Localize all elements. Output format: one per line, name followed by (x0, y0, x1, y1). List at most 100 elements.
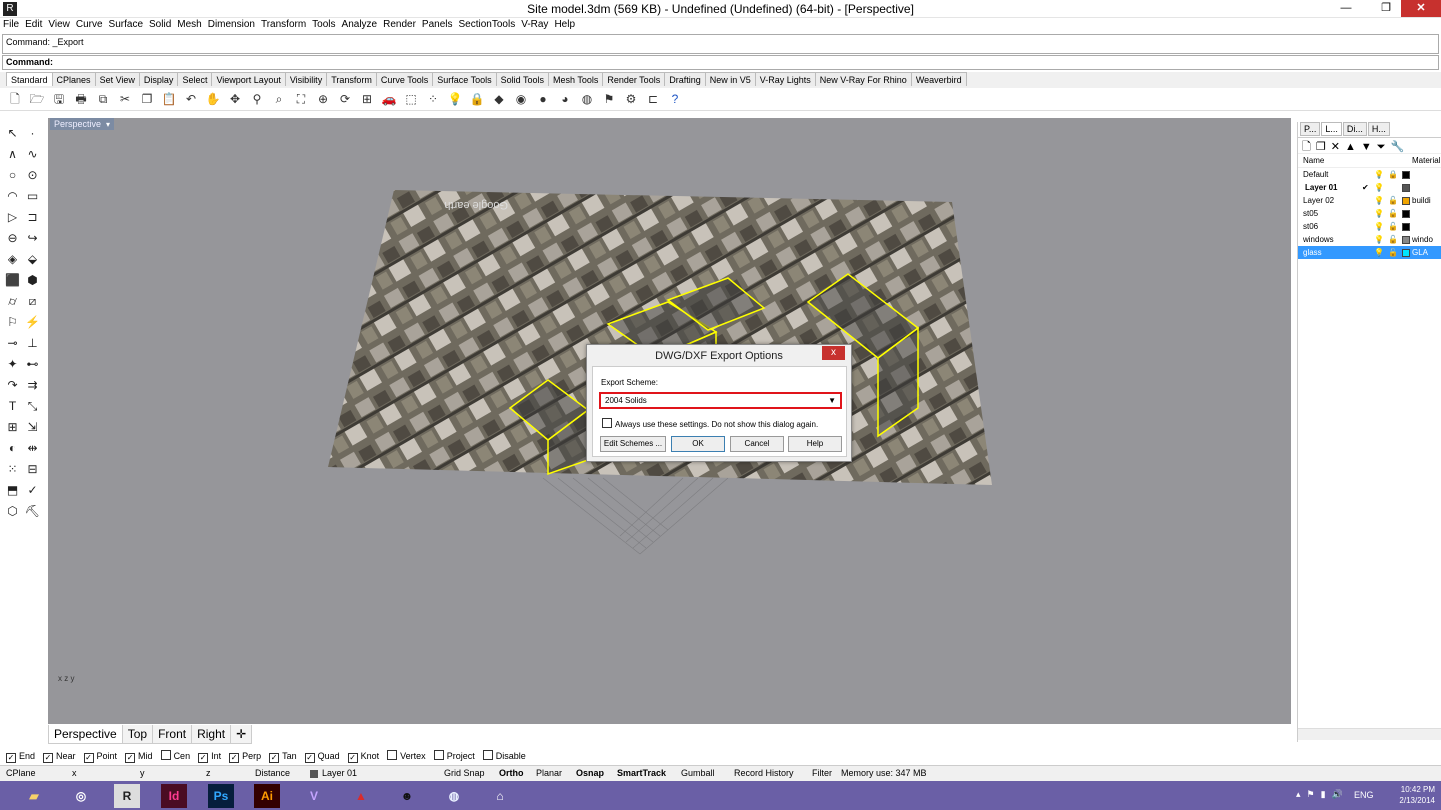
tab-surface-tools[interactable]: Surface Tools (432, 72, 497, 86)
osnap-checkbox[interactable] (482, 750, 493, 760)
curve-icon[interactable]: ∿ (23, 145, 42, 164)
lightbulb-icon[interactable]: 💡 (1374, 233, 1384, 246)
lightbulb-icon[interactable]: 💡 (1374, 207, 1384, 220)
osnap-quad[interactable]: ✓ Quad (304, 748, 340, 764)
layer-row[interactable]: st05 💡 🔓 (1298, 207, 1441, 220)
tab-vray-lights[interactable]: V-Ray Lights (754, 72, 816, 86)
dim-icon[interactable]: ⊟ (23, 460, 42, 479)
osnap-tan[interactable]: ✓ Tan (269, 748, 297, 764)
panel-tab-layers[interactable]: L... (1321, 122, 1342, 136)
tab-set-view[interactable]: Set View (94, 72, 140, 86)
lock-icon[interactable]: 🔓 (1388, 233, 1398, 246)
cut-icon[interactable]: ✂ (116, 91, 134, 108)
photoshop-icon[interactable]: Ps (208, 784, 234, 808)
tab-cplanes[interactable]: CPlanes (51, 72, 96, 86)
array-icon[interactable]: ⊞ (3, 418, 22, 437)
tab-perspective[interactable]: Perspective (48, 725, 123, 744)
menu-curve[interactable]: Curve (73, 18, 106, 30)
move-up-icon[interactable]: ▲ (1345, 141, 1356, 153)
layer-color-swatch[interactable] (1402, 249, 1410, 257)
move-icon[interactable]: ↷ (3, 376, 22, 395)
lock-icon[interactable]: 🔓 (1388, 207, 1398, 220)
system-tray-icons[interactable]: ▴⚑▮🔊 (1296, 789, 1349, 800)
tab-display[interactable]: Display (138, 72, 179, 86)
split-icon[interactable]: ⊥ (23, 334, 42, 353)
osnap-checkbox[interactable]: ✓ (269, 753, 280, 763)
current-layer-check-icon[interactable]: ✔ (1362, 181, 1369, 194)
measure-icon[interactable]: ⇹ (23, 439, 42, 458)
status-layer[interactable]: Layer 01 (322, 768, 357, 778)
menu-tools[interactable]: Tools (309, 18, 338, 30)
visual-studio-icon[interactable]: V (301, 784, 327, 808)
always-use-checkbox-row[interactable]: Always use these settings. Do not show t… (602, 418, 818, 429)
help-button[interactable]: Help (788, 436, 842, 452)
tab-standard[interactable]: Standard (6, 72, 53, 86)
circle-icon[interactable]: ○ (3, 166, 22, 185)
language-indicator[interactable]: ENG (1354, 790, 1374, 800)
status-osnap[interactable]: Osnap (576, 768, 604, 778)
minimize-button[interactable]: — (1331, 0, 1361, 17)
osnap-end[interactable]: ✓ End (6, 748, 35, 764)
cancel-button[interactable]: Cancel (730, 436, 784, 452)
osnap-checkbox[interactable]: ✓ (6, 753, 16, 763)
gear-icon[interactable]: ⚙ (622, 91, 640, 108)
copy-object-icon[interactable]: ⇉ (23, 376, 42, 395)
surface-icon[interactable]: ◈ (3, 250, 22, 269)
edit-schemes-button[interactable]: Edit Schemes ... (600, 436, 666, 452)
save-icon[interactable]: 🖫 (50, 91, 68, 108)
menu-render[interactable]: Render (380, 18, 419, 30)
rotate-view-icon[interactable]: ⟳ (336, 91, 354, 108)
menu-analyze[interactable]: Analyze (339, 18, 381, 30)
tab-transform[interactable]: Transform (326, 72, 377, 86)
osnap-perp[interactable]: ✓ Perp (229, 748, 261, 764)
copy-icon[interactable]: ❐ (138, 91, 156, 108)
panel-tab-help[interactable]: H... (1367, 122, 1390, 136)
offset-icon[interactable]: ⊐ (23, 208, 42, 227)
analyze-icon[interactable]: ◐ (3, 439, 22, 458)
text-icon[interactable]: T (3, 397, 22, 416)
help-icon[interactable]: ? (666, 91, 684, 108)
osnap-point[interactable]: ✓ Point (83, 748, 117, 764)
four-viewports-icon[interactable]: ⊞ (358, 91, 376, 108)
join-icon[interactable]: ⊷ (23, 355, 42, 374)
sketchup-icon[interactable]: ⌂ (487, 784, 513, 808)
cylinder-icon[interactable]: ⌭ (3, 292, 22, 311)
paint-icon[interactable]: ⛏ (23, 502, 42, 521)
status-grid-snap[interactable]: Grid Snap (444, 768, 485, 778)
col-name[interactable]: Name (1303, 156, 1324, 165)
lightbulb-icon[interactable]: 💡 (1374, 246, 1384, 259)
pan-hand-icon[interactable]: ✋ (204, 91, 222, 108)
lightbulb-icon[interactable]: 💡 (1374, 168, 1384, 181)
render-icon[interactable]: ◍ (578, 91, 596, 108)
menu-file[interactable]: File (0, 18, 22, 30)
layer-material[interactable]: GLA (1412, 246, 1441, 259)
render-mesh-icon[interactable]: ⬡ (3, 502, 22, 521)
scale-icon[interactable]: ⤡ (23, 397, 42, 416)
menu-edit[interactable]: Edit (22, 18, 45, 30)
lock-icon[interactable]: 🔒 (1388, 168, 1398, 181)
lightbulb-icon[interactable]: 💡 (1374, 220, 1384, 233)
light-icon[interactable]: ⚡ (23, 313, 42, 332)
command-prompt[interactable]: Command: (2, 55, 1439, 70)
menu-mesh[interactable]: Mesh (174, 18, 204, 30)
tab-select[interactable]: Select (177, 72, 213, 86)
tab-curve-tools[interactable]: Curve Tools (375, 72, 434, 86)
points-icon[interactable]: ⁘ (424, 91, 442, 108)
tab-new-in-v5[interactable]: New in V5 (704, 72, 756, 86)
close-window-button[interactable]: ✕ (1401, 0, 1441, 17)
select-icon[interactable]: ⬚ (402, 91, 420, 108)
menu-solid[interactable]: Solid (146, 18, 174, 30)
lightbulb-icon[interactable]: 💡 (1374, 194, 1384, 207)
filter-icon[interactable]: ⏷ (1377, 141, 1386, 153)
menu-panels[interactable]: Panels (419, 18, 456, 30)
point-icon[interactable]: · (23, 124, 42, 143)
maximize-button[interactable]: ❐ (1371, 0, 1401, 17)
osnap-checkbox[interactable]: ✓ (304, 753, 315, 763)
layer-color-swatch[interactable] (1402, 223, 1410, 231)
sphere-icon[interactable]: ⬢ (23, 271, 42, 290)
autocad-icon[interactable]: ▲ (348, 784, 374, 808)
menu-dimension[interactable]: Dimension (205, 18, 258, 30)
osnap-int[interactable]: ✓ Int (198, 748, 221, 764)
layer-color-swatch[interactable] (1402, 197, 1410, 205)
panel-tab-properties[interactable]: P... (1300, 122, 1321, 136)
